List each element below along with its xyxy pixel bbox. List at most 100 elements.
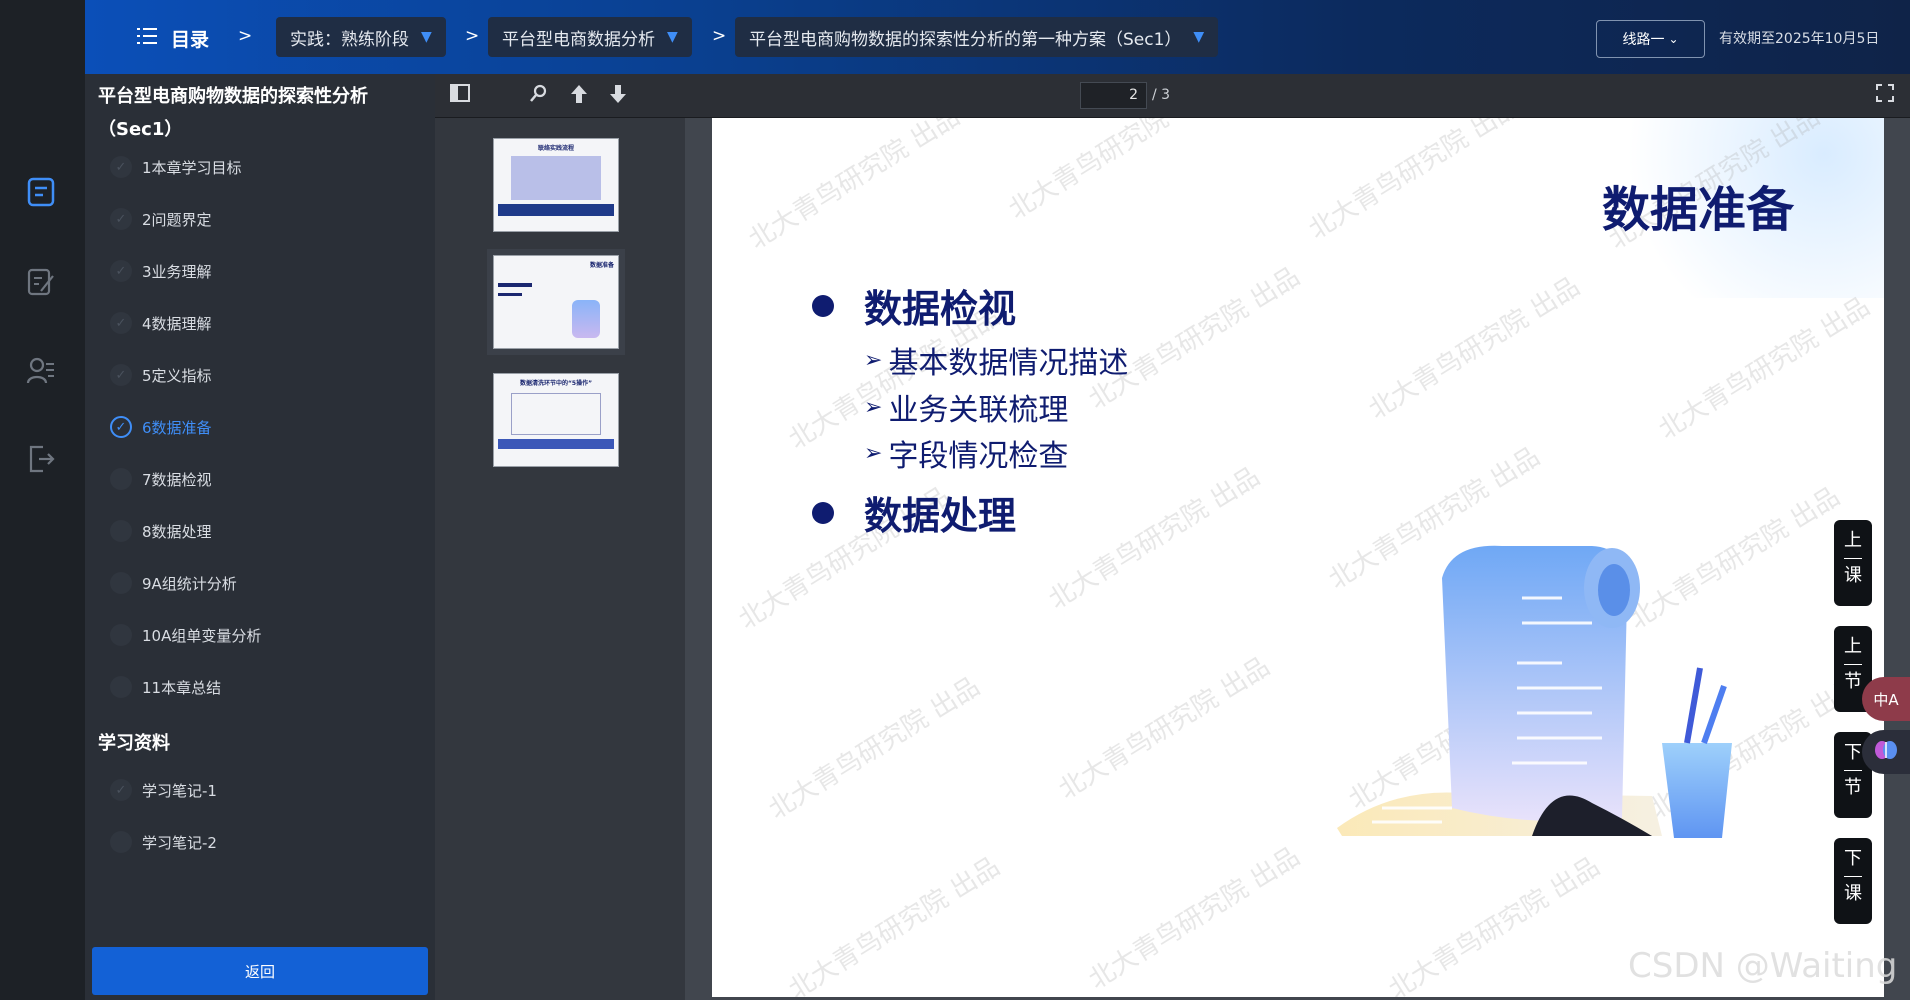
chapter-label: 11本章总结	[142, 678, 222, 697]
slide-bullet: 数据处理	[812, 485, 1016, 540]
translate-label: 中A	[1873, 690, 1899, 709]
viewer-toolbar: 2 / 3	[435, 74, 1910, 118]
page-thumbnail[interactable]: 数据清洗环节中的“5操作”	[493, 373, 619, 467]
chapter-label: 9A组统计分析	[142, 574, 237, 593]
nav-bottom-char: 节	[1844, 671, 1862, 692]
chapter-item[interactable]: ✓ 1本章学习目标	[110, 156, 242, 178]
unchecked-circle-icon	[110, 624, 132, 646]
previous-page-icon[interactable]	[570, 84, 588, 104]
back-button[interactable]: 返回	[92, 947, 428, 995]
chapter-label: 6数据准备	[142, 418, 212, 437]
thumbnail-diagram	[511, 393, 601, 435]
check-icon: ✓	[110, 312, 132, 334]
thumbnail-footer	[498, 439, 614, 449]
chapter-label: 10A组单变量分析	[142, 626, 262, 645]
search-icon[interactable]	[530, 84, 548, 102]
icon-rail	[0, 0, 85, 1000]
catalog-label: 目录	[171, 29, 210, 51]
sub-bullet-label: 业务关联梳理	[888, 393, 1069, 428]
watermark: 北大青鸟研究院 出品	[1083, 841, 1306, 996]
chapter-item[interactable]: ✓ 3业务理解	[110, 260, 212, 282]
brain-icon	[1874, 739, 1898, 766]
watermark: 北大青鸟研究院 出品	[1053, 651, 1276, 806]
bullet-dot	[812, 294, 834, 317]
breadcrumb-separator: >	[238, 26, 253, 46]
nav-divider	[1844, 770, 1862, 771]
chapter-item-active[interactable]: ✓ 6数据准备	[110, 416, 212, 438]
chapter-label: 7数据检视	[142, 470, 212, 489]
chapter-label: 4数据理解	[142, 314, 212, 333]
breadcrumb-separator: >	[465, 26, 480, 46]
dropdown-triangle-icon: ▼	[667, 29, 678, 45]
nav-bottom-char: 课	[1844, 883, 1862, 904]
thumbnail-title: 数据清洗环节中的“5操作”	[519, 380, 593, 387]
watermark: 北大青鸟研究院 出品	[743, 118, 966, 256]
catalog-menu-button[interactable]: 目录	[137, 25, 209, 52]
page-thumbnail-selected[interactable]: 数据准备	[487, 249, 625, 355]
chapter-item[interactable]: 8数据处理	[110, 520, 212, 542]
nav-divider	[1844, 558, 1862, 559]
nav-top-char: 上	[1844, 636, 1862, 657]
chapter-label: 5定义指标	[142, 366, 212, 385]
users-icon[interactable]	[25, 355, 57, 387]
sidebar-title: 平台型电商购物数据的探索性分析（Sec1）	[98, 86, 368, 140]
breadcrumb-lesson[interactable]: 平台型电商购物数据的探索性分析的第一种方案（Sec1） ▼	[735, 17, 1219, 57]
translate-button[interactable]: 中A	[1862, 677, 1910, 721]
chapter-item[interactable]: 9A组统计分析	[110, 572, 237, 594]
sub-bullet-label: 字段情况检查	[888, 439, 1069, 474]
materials-title: 学习资料	[98, 733, 170, 754]
check-icon: ✓	[110, 779, 132, 801]
bullet-dot	[812, 501, 834, 524]
sub-bullet-label: 基本数据情况描述	[888, 346, 1129, 381]
toggle-sidebar-icon[interactable]	[450, 84, 470, 102]
breadcrumb-stage[interactable]: 实践：熟练阶段 ▼	[276, 17, 446, 57]
edit-notes-icon[interactable]	[25, 266, 57, 298]
check-icon: ✓	[110, 416, 132, 438]
unchecked-circle-icon	[110, 468, 132, 490]
chapter-item[interactable]: 11本章总结	[110, 676, 221, 698]
material-item[interactable]: 学习笔记-2	[110, 831, 217, 853]
nav-bottom-char: 课	[1844, 565, 1862, 586]
nav-divider	[1844, 664, 1862, 665]
next-page-icon[interactable]	[609, 84, 627, 104]
material-item[interactable]: ✓ 学习笔记-1	[110, 779, 217, 801]
watermark: 北大青鸟研究院 出品	[1003, 118, 1226, 226]
chapter-item[interactable]: ✓ 2问题界定	[110, 208, 212, 230]
unchecked-circle-icon	[110, 831, 132, 853]
watermark: 北大青鸟研究院 出品	[1303, 118, 1526, 246]
page-thumbnail[interactable]: 联络实践流程	[493, 138, 619, 232]
next-lesson-button[interactable]: 下 课	[1834, 838, 1872, 924]
route-select[interactable]: 线路一 ⌄	[1596, 20, 1705, 58]
arrow-bullet-icon: ➢	[864, 394, 883, 420]
chapter-label: 2问题界定	[142, 210, 212, 229]
logout-icon[interactable]	[25, 443, 57, 475]
chapter-item[interactable]: ✓ 4数据理解	[110, 312, 212, 334]
page-number-input[interactable]: 2	[1080, 82, 1147, 109]
nav-top-char: 下	[1844, 848, 1862, 869]
thumbnail-scroll-image	[572, 300, 600, 338]
slide-title: 数据准备	[1601, 182, 1794, 238]
chapter-item[interactable]: 7数据检视	[110, 468, 212, 490]
page-total: / 3	[1152, 87, 1171, 103]
nav-divider	[1844, 876, 1862, 877]
breadcrumb-stage-label: 实践：熟练阶段	[290, 29, 409, 50]
previous-lesson-button[interactable]: 上 课	[1834, 520, 1872, 606]
chapter-item[interactable]: 10A组单变量分析	[110, 624, 261, 646]
breadcrumb-lesson-label: 平台型电商购物数据的探索性分析的第一种方案（Sec1）	[749, 29, 1182, 50]
chapter-label: 1本章学习目标	[142, 158, 242, 177]
expiry-text: 有效期至2025年10月5日	[1719, 31, 1880, 47]
ai-brain-button[interactable]	[1862, 730, 1910, 774]
course-icon[interactable]	[25, 176, 57, 208]
arrow-bullet-icon: ➢	[864, 347, 883, 373]
chapter-item[interactable]: ✓ 5定义指标	[110, 364, 212, 386]
thumbnail-panel: 联络实践流程 数据准备 数据清洗环节中的“5操作”	[435, 118, 685, 1000]
unchecked-circle-icon	[110, 676, 132, 698]
material-label: 学习笔记-1	[142, 781, 217, 800]
fullscreen-icon[interactable]	[1876, 84, 1894, 102]
watermark: 北大青鸟研究院 出品	[783, 851, 1006, 997]
check-icon: ✓	[110, 364, 132, 386]
thumbnail-title: 数据准备	[589, 262, 614, 269]
top-bar: 目录 > 实践：熟练阶段 ▼ > 平台型电商数据分析 ▼ > 平台型电商购物数据…	[85, 0, 1910, 74]
breadcrumb-course[interactable]: 平台型电商数据分析 ▼	[488, 17, 692, 57]
watermark: 北大青鸟研究院 出品	[1653, 291, 1876, 446]
